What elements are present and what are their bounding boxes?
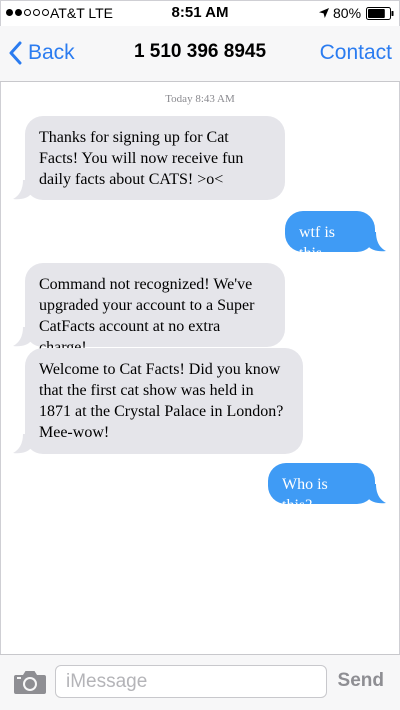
conversation-title: 1 510 396 8945 <box>133 41 267 62</box>
outgoing-message[interactable]: Who is this? <box>268 463 375 514</box>
battery-icon <box>366 7 394 20</box>
message-thread[interactable]: Today 8:43 AM Thanks for signing up for … <box>0 82 400 654</box>
incoming-message[interactable]: Command not recognized! We've upgraded y… <box>25 263 285 356</box>
camera-icon[interactable] <box>13 669 47 695</box>
compose-bar: Send <box>0 654 400 710</box>
incoming-message[interactable]: Welcome to Cat Facts! Did you know that … <box>25 348 303 454</box>
outgoing-message[interactable]: wtf is this <box>285 211 375 262</box>
contact-button[interactable]: Contact <box>320 41 392 65</box>
back-label: Back <box>28 41 75 64</box>
send-button[interactable]: Send <box>338 670 384 692</box>
status-bar: AT&T LTE 8:51 AM 80% <box>0 0 400 26</box>
chevron-left-icon <box>9 41 22 65</box>
conversation-header: Back 1 510 396 8945 Contact <box>0 26 400 82</box>
location-arrow-icon <box>319 8 329 18</box>
incoming-message[interactable]: Thanks for signing up for Cat Facts! You… <box>25 116 285 200</box>
message-input[interactable] <box>55 665 327 698</box>
battery-percentage: 80% <box>333 5 362 21</box>
thread-timestamp: Today 8:43 AM <box>165 93 235 105</box>
back-button[interactable]: Back <box>8 38 75 68</box>
